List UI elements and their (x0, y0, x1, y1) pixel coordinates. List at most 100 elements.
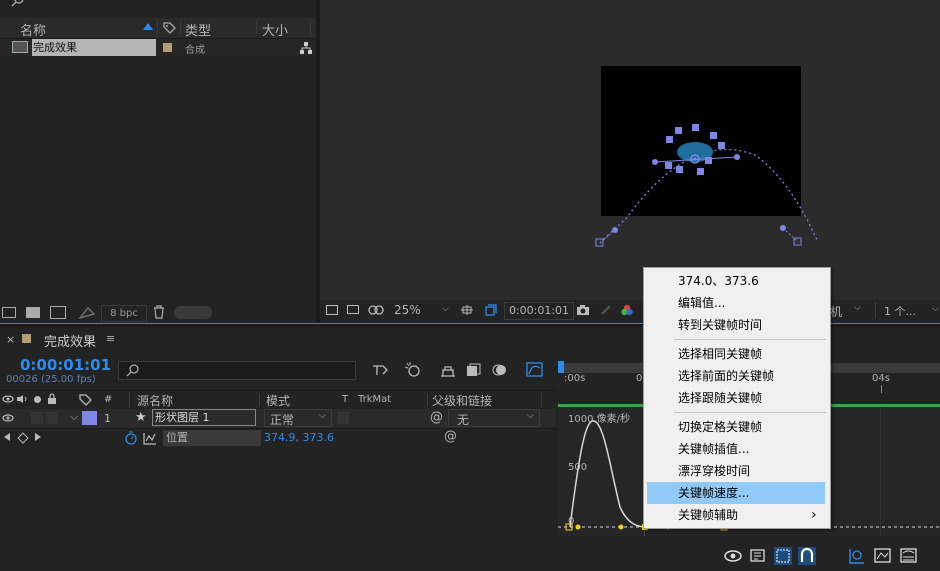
camera-select-text[interactable]: 机 (830, 303, 842, 320)
menu-item-select-equal-keyframes[interactable]: 选择相同关键帧 (647, 343, 825, 365)
chevron-down-icon: ⌵ (932, 304, 939, 314)
column-size[interactable]: 大小 (262, 20, 288, 39)
show-properties-icon[interactable] (724, 549, 742, 563)
expression-pick-whip-icon[interactable]: @ (444, 429, 457, 444)
menu-item-go-to-keyframe-time[interactable]: 转到关键帧时间 (647, 314, 825, 336)
snapshot-icon[interactable] (326, 305, 338, 315)
column-name[interactable]: 名称 (20, 20, 46, 39)
audio-switch-icon[interactable] (16, 394, 28, 404)
layer-lock-box[interactable] (46, 412, 58, 424)
layer-visibility-icon[interactable] (2, 413, 14, 423)
comp-flowchart-icon[interactable] (372, 363, 390, 380)
layer-row[interactable]: ⌵ 1 ★ 形状图层 1 正常 ⌵ @ 无 ⌵ (0, 409, 556, 429)
project-search-icon[interactable] (8, 0, 28, 10)
fit-selection-icon[interactable] (848, 548, 866, 564)
close-tab-icon[interactable]: × (6, 333, 15, 346)
chevron-down-icon: ⌵ (319, 411, 326, 421)
solo-switch-icon[interactable] (34, 396, 41, 403)
pick-whip-icon[interactable]: @ (430, 410, 443, 425)
blend-mode-select[interactable]: 正常 ⌵ (264, 409, 332, 427)
column-number[interactable]: # (104, 394, 112, 405)
show-snapshot-icon[interactable] (600, 304, 612, 319)
menu-item-select-following-keyframes[interactable]: 选择跟随关键帧 (647, 387, 825, 409)
chevron-down-icon[interactable]: ⌵ (854, 303, 861, 313)
grid-guide-icon[interactable] (460, 304, 474, 319)
twirl-down-icon[interactable]: ⌵ (70, 410, 78, 424)
menu-item-toggle-hold-keyframe[interactable]: 切换定格关键帧 (647, 416, 825, 438)
label-color-swatch[interactable] (163, 43, 172, 52)
column-t[interactable]: T (342, 394, 348, 405)
menu-item-keyframe-assistant[interactable]: 关键帧辅助 (647, 504, 825, 526)
zoom-value: 25% (394, 303, 421, 317)
flowchart-icon[interactable] (299, 41, 313, 58)
transform-box-icon[interactable] (774, 547, 792, 565)
menu-item-keyframe-interpolation[interactable]: 关键帧插值... (647, 438, 825, 460)
label-tag-icon[interactable] (162, 21, 176, 38)
layer-audio-box[interactable] (31, 412, 43, 424)
ruler-label-1: 0 (636, 373, 643, 384)
mask-visibility-icon[interactable] (368, 305, 384, 319)
color-channel-icon[interactable] (620, 303, 634, 320)
motion-path[interactable] (580, 110, 820, 260)
sort-arrow-icon[interactable] (143, 23, 153, 30)
project-item-name[interactable]: 完成效果 (32, 39, 156, 56)
lock-switch-icon[interactable] (47, 393, 57, 405)
fit-all-icon[interactable] (874, 548, 892, 564)
trash-icon[interactable] (153, 305, 165, 322)
layer-label-color[interactable] (82, 411, 97, 425)
column-trkmat[interactable]: TrkMat (358, 394, 391, 405)
motion-blur-icon[interactable] (492, 363, 508, 380)
bpc-button[interactable]: 8 bpc (101, 305, 147, 322)
views-value: 1 个... (884, 305, 916, 318)
graph-options-icon[interactable] (750, 549, 766, 563)
chevron-down-icon: ⌵ (442, 304, 449, 314)
column-type[interactable]: 类型 (185, 20, 211, 39)
menu-item-value[interactable]: 374.0、373.6 (647, 270, 825, 292)
flow-icon[interactable] (78, 306, 96, 323)
thumbnail-scrollbar[interactable] (174, 306, 212, 319)
project-item-row[interactable]: 完成效果 合成 (0, 39, 318, 57)
menu-item-select-previous-keyframes[interactable]: 选择前面的关键帧 (647, 365, 825, 387)
monitor-icon[interactable] (347, 305, 359, 314)
parent-select[interactable]: 无 ⌵ (448, 409, 540, 427)
graph-toggle-icon[interactable] (143, 432, 157, 445)
project-column-header: 名称 类型 大小 (0, 18, 318, 39)
layer-name[interactable]: 形状图层 1 (152, 409, 256, 426)
property-value[interactable]: 374.9, 373.6 (264, 431, 334, 444)
video-switch-icon[interactable] (2, 394, 14, 404)
menu-item-keyframe-velocity[interactable]: 关键帧速度... (647, 482, 825, 504)
menu-item-rove-across-time[interactable]: 漂浮穿梭时间 (647, 460, 825, 482)
separate-dimensions-icon[interactable] (900, 548, 918, 564)
next-keyframe-icon[interactable] (35, 433, 41, 441)
current-time-field[interactable]: 0:00:01:01 (504, 302, 574, 320)
region-of-interest-icon[interactable] (484, 303, 498, 320)
timeline-tab-title[interactable]: 完成效果 (44, 331, 96, 350)
new-folder-icon[interactable] (26, 307, 40, 318)
menu-item-edit-value[interactable]: 编辑值... (647, 292, 825, 314)
prev-keyframe-icon[interactable] (4, 433, 10, 441)
stopwatch-icon[interactable] (124, 431, 138, 446)
snap-icon[interactable] (798, 547, 816, 565)
label-column-icon[interactable] (78, 393, 92, 407)
property-name[interactable]: 位置 (163, 430, 261, 446)
timeline-search-field[interactable] (118, 361, 356, 380)
current-time-display[interactable]: 0:00:01:01 (20, 356, 111, 374)
work-area-start[interactable] (558, 361, 564, 373)
shy-layers-icon[interactable] (439, 364, 457, 381)
frame-blending-icon[interactable] (466, 363, 482, 380)
tab-menu-icon[interactable]: ≡ (106, 332, 115, 345)
add-keyframe-icon[interactable] (17, 432, 29, 444)
views-select[interactable]: 1 个... ⌵ (875, 302, 940, 319)
interpret-footage-icon[interactable] (2, 307, 16, 318)
column-source-name[interactable]: 源名称 (137, 392, 173, 409)
camera-snapshot-icon[interactable] (576, 304, 590, 319)
draft-3d-icon[interactable] (404, 361, 422, 382)
column-mode[interactable]: 模式 (266, 392, 290, 409)
graph-editor-icon[interactable] (526, 362, 544, 381)
new-composition-icon[interactable] (50, 306, 66, 319)
trkmat-box[interactable] (337, 412, 349, 424)
zoom-select[interactable]: 25% ⌵ (390, 302, 452, 319)
property-row[interactable]: 位置 374.9, 373.6 @ (0, 429, 556, 448)
column-parent[interactable]: 父级和链接 (432, 392, 492, 409)
chevron-down-icon: ⌵ (527, 411, 534, 421)
